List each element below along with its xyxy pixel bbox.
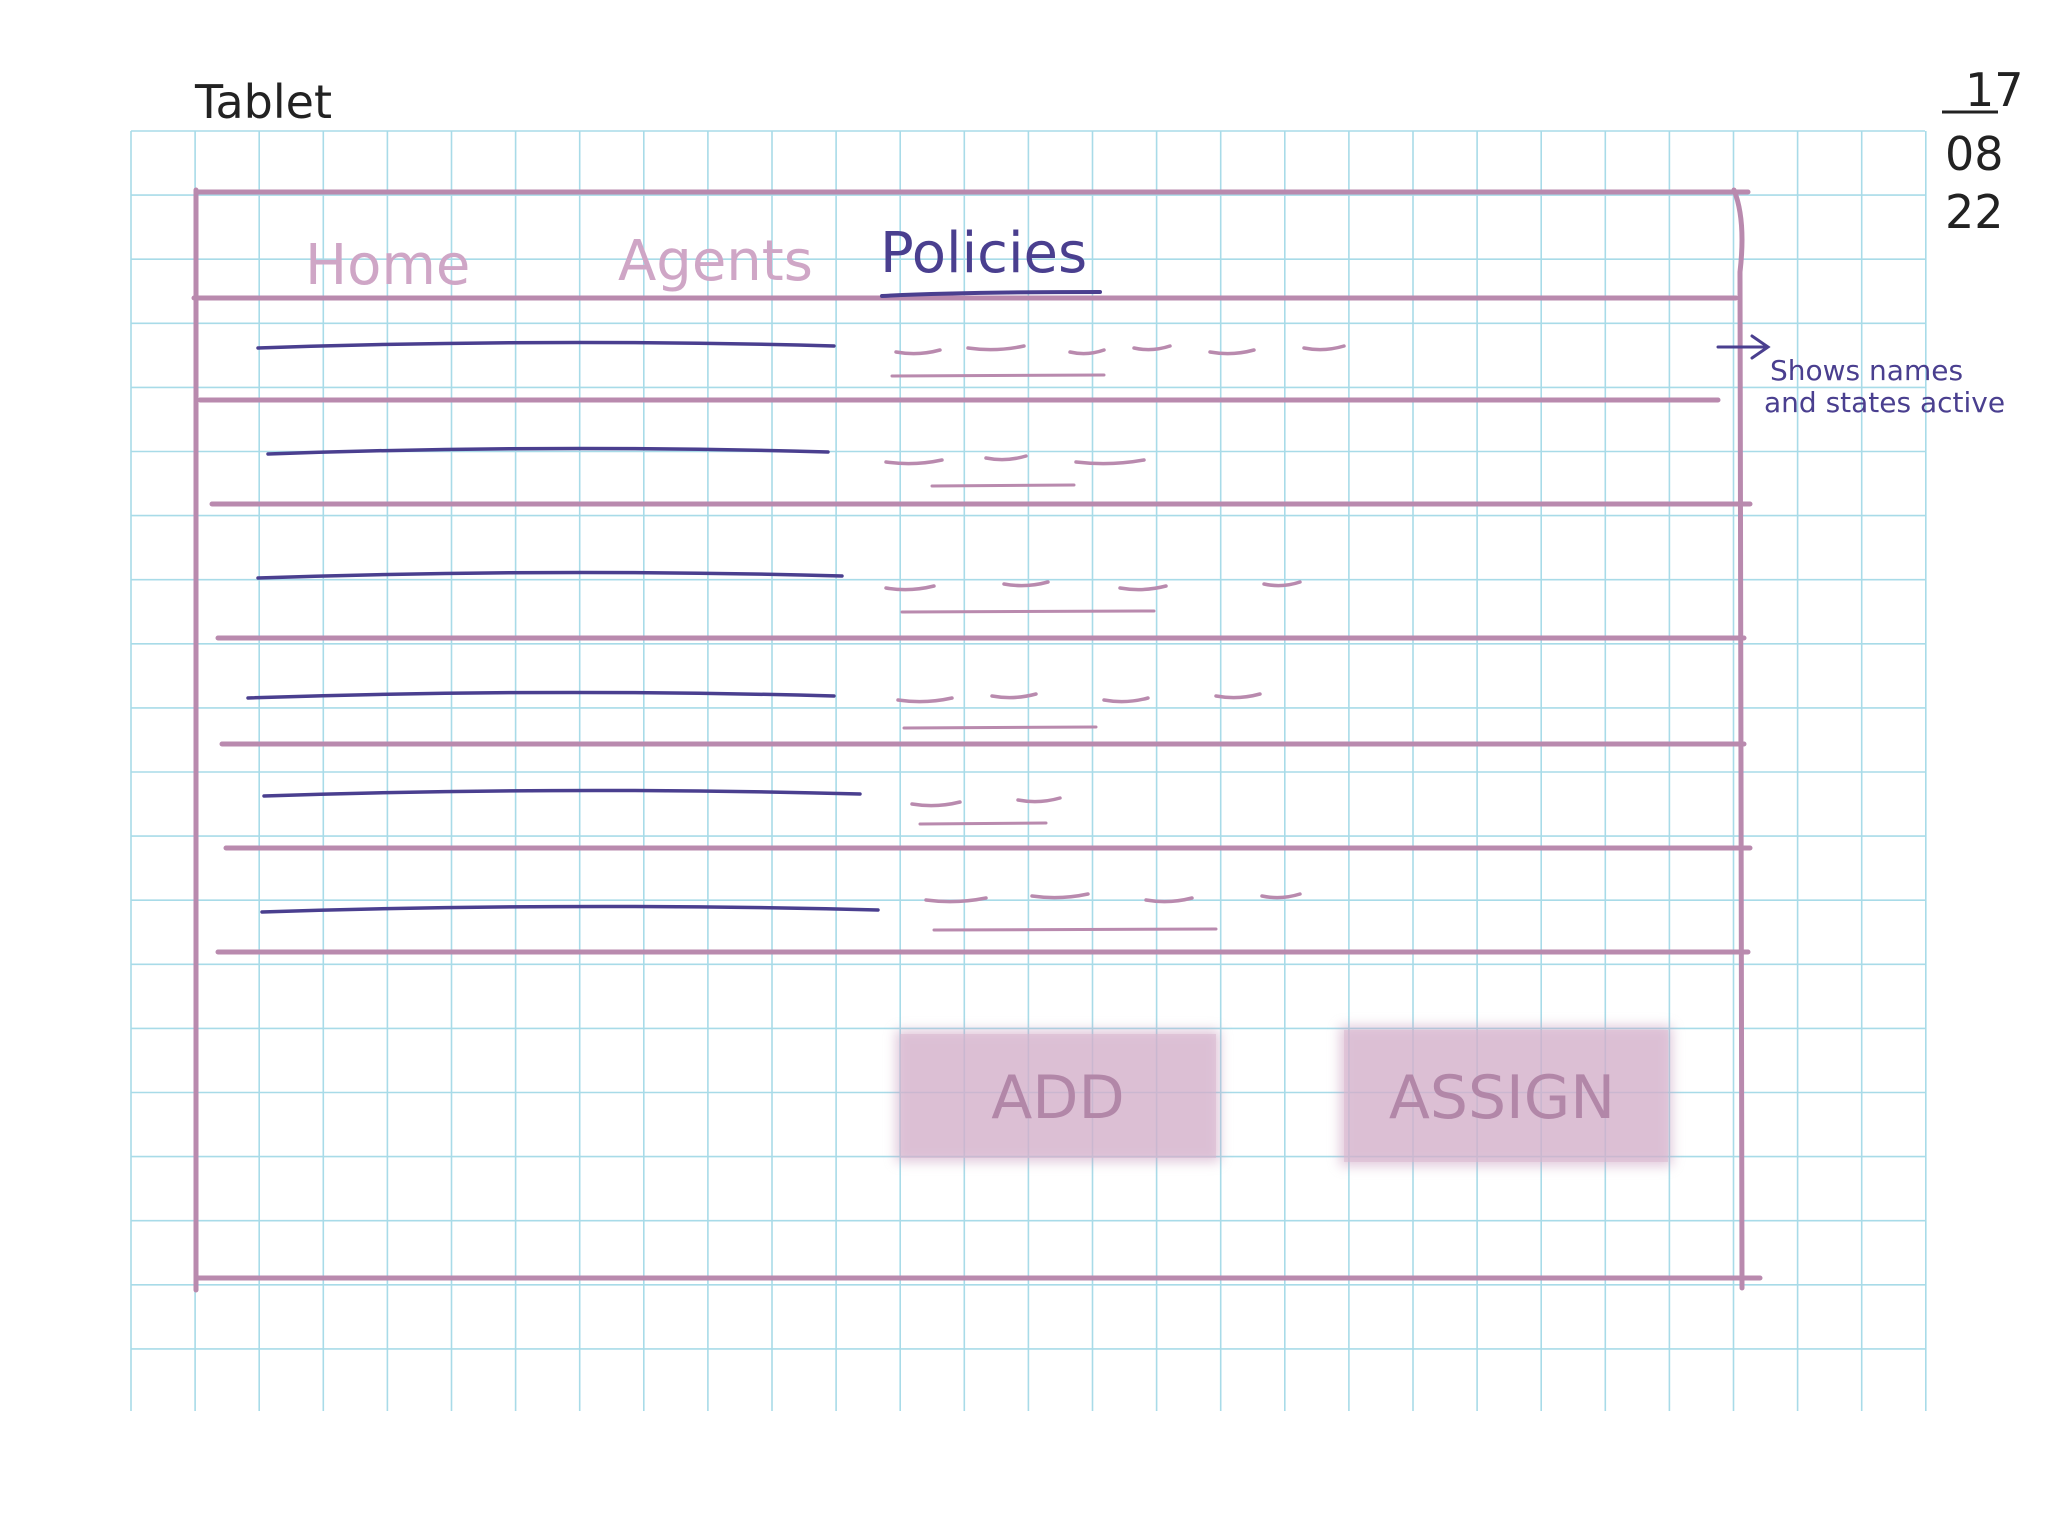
annotation-line-1: Shows names bbox=[1770, 354, 1963, 387]
policy-list bbox=[197, 340, 1753, 955]
row-state-mark bbox=[894, 348, 942, 356]
row-state-underline bbox=[930, 483, 1076, 488]
annotation-line-2: and states active bbox=[1764, 386, 2005, 419]
date-month: 08 bbox=[1945, 127, 2004, 181]
row-name-placeholder bbox=[256, 340, 836, 350]
list-row[interactable] bbox=[215, 892, 1751, 955]
tab-agents[interactable]: Agents bbox=[618, 229, 813, 294]
row-state-underline bbox=[902, 725, 1098, 730]
row-state-mark bbox=[924, 896, 988, 904]
date-day: 17 bbox=[1965, 63, 2024, 117]
annotation-arrow-icon bbox=[1716, 334, 1771, 360]
row-state-mark bbox=[1068, 348, 1106, 356]
list-row[interactable] bbox=[209, 446, 1753, 507]
list-row[interactable] bbox=[219, 690, 1747, 747]
list-row[interactable] bbox=[197, 340, 1721, 403]
row-state-mark bbox=[1302, 344, 1346, 352]
row-state-mark bbox=[910, 800, 962, 808]
tab-policies[interactable]: Policies bbox=[880, 221, 1087, 286]
wireframe-sketch: Tablet 17 08 22 Home Agents Policies Sho… bbox=[130, 63, 2024, 1411]
row-name-placeholder bbox=[262, 788, 862, 798]
row-name-placeholder bbox=[260, 904, 880, 914]
tab-home[interactable]: Home bbox=[305, 233, 470, 298]
row-state-underline bbox=[918, 821, 1048, 826]
row-state-mark bbox=[1144, 896, 1194, 904]
row-state-mark bbox=[1208, 348, 1256, 356]
list-row[interactable] bbox=[223, 788, 1753, 851]
row-state-mark bbox=[1030, 892, 1090, 900]
row-state-mark bbox=[884, 458, 944, 466]
row-state-mark bbox=[984, 454, 1028, 462]
row-state-mark bbox=[1002, 580, 1050, 588]
assign-button[interactable]: ASSIGN bbox=[1340, 1026, 1672, 1166]
device-label: Tablet bbox=[194, 75, 332, 129]
row-state-underline bbox=[890, 373, 1106, 378]
row-state-underline bbox=[932, 927, 1218, 932]
row-name-placeholder bbox=[256, 570, 844, 580]
row-state-mark bbox=[1132, 344, 1172, 352]
row-state-mark bbox=[1102, 696, 1150, 704]
graph-paper-grid bbox=[130, 130, 1927, 1411]
add-button-label: ADD bbox=[991, 1063, 1124, 1133]
row-name-placeholder bbox=[246, 690, 836, 700]
add-button[interactable]: ADD bbox=[896, 1030, 1220, 1162]
date-year: 22 bbox=[1945, 185, 2004, 239]
row-state-mark bbox=[884, 584, 936, 592]
row-state-mark bbox=[990, 692, 1038, 700]
row-state-mark bbox=[896, 696, 954, 704]
sketch-canvas: Tablet 17 08 22 Home Agents Policies Sho… bbox=[0, 0, 2048, 1536]
row-state-mark bbox=[1260, 892, 1302, 900]
row-state-mark bbox=[1262, 580, 1302, 588]
row-state-underline bbox=[900, 609, 1156, 614]
row-state-mark bbox=[1118, 584, 1168, 592]
row-state-mark bbox=[966, 344, 1026, 352]
row-state-mark bbox=[1214, 692, 1262, 700]
row-state-mark bbox=[1074, 458, 1146, 466]
list-row[interactable] bbox=[215, 570, 1747, 641]
assign-button-label: ASSIGN bbox=[1389, 1063, 1615, 1133]
tab-policies-active-underline bbox=[880, 290, 1102, 298]
row-state-mark bbox=[1016, 796, 1062, 804]
